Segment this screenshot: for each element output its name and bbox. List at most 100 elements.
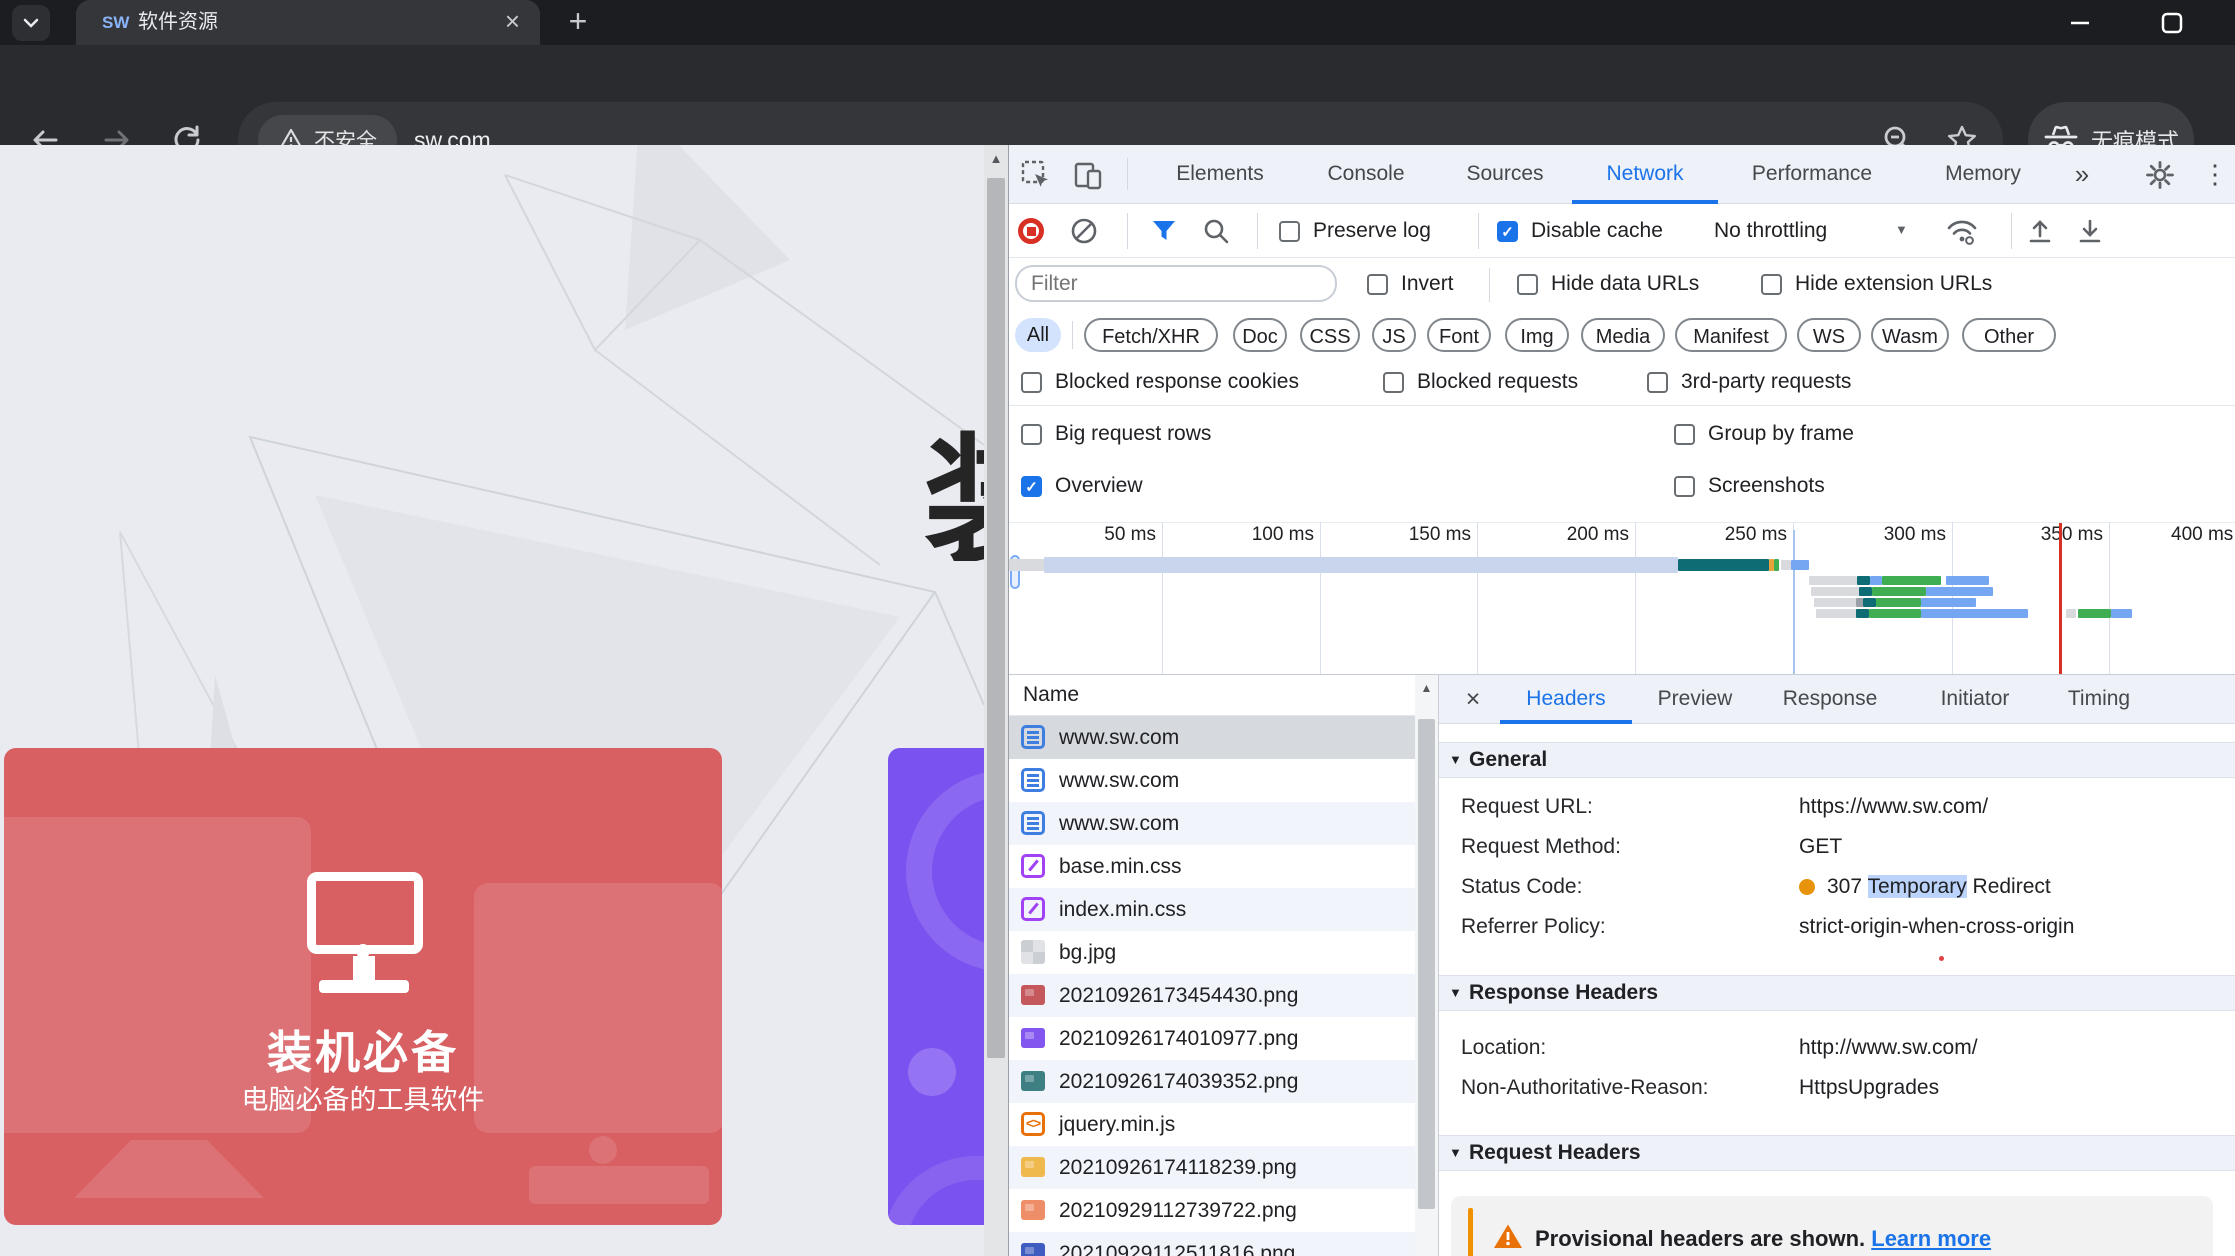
tab-performance[interactable]: Performance [1731, 145, 1893, 203]
browser-tab[interactable]: SW 软件资源 × [76, 0, 540, 45]
hide-data-urls-checkbox[interactable]: Hide data URLs [1517, 273, 1699, 295]
tab-initiator[interactable]: Initiator [1921, 675, 2029, 723]
table-row[interactable]: 20210926174039352.png [1009, 1060, 1438, 1103]
header-value: 307 Temporary Redirect [1827, 875, 2051, 898]
filter-chip-css[interactable]: CSS [1300, 318, 1360, 352]
table-row[interactable]: www.sw.com [1009, 716, 1438, 759]
scrollbar-thumb[interactable] [987, 178, 1005, 1058]
throttling-select[interactable]: No throttling [1714, 220, 1827, 242]
record-button[interactable] [1017, 217, 1045, 245]
tab-sources[interactable]: Sources [1452, 145, 1558, 203]
name-column-header[interactable]: Name [1009, 675, 1438, 716]
table-row[interactable]: index.min.css [1009, 888, 1438, 931]
invert-checkbox[interactable]: Invert [1367, 273, 1454, 295]
table-row[interactable]: 20210929112511816.png [1009, 1232, 1438, 1256]
big-request-rows-checkbox[interactable]: Big request rows [1021, 423, 1211, 445]
tab-headers[interactable]: Headers [1511, 675, 1621, 723]
import-har-icon[interactable] [2025, 216, 2055, 246]
response-headers-section-header[interactable]: ▼ Response Headers [1439, 975, 2235, 1011]
status-orange-dot-icon [1799, 879, 1815, 895]
tab-search-button[interactable] [12, 5, 50, 41]
hero-card-red[interactable]: 装机必备 电脑必备的工具软件 [4, 748, 722, 1225]
request-name: www.sw.com [1059, 812, 1180, 835]
spellcheck-dot [1939, 956, 1944, 961]
kebab-menu-icon[interactable]: ⋮ [2197, 145, 2233, 203]
request-name: 20210926174039352.png [1059, 1070, 1299, 1093]
more-tabs-button[interactable]: » [2057, 145, 2107, 203]
blocked-response-cookies-checkbox[interactable]: Blocked response cookies [1021, 371, 1299, 393]
tab-network[interactable]: Network [1589, 145, 1701, 203]
network-conditions-icon[interactable] [1945, 215, 1979, 247]
table-row[interactable]: 20210929112739722.png [1009, 1189, 1438, 1232]
scroll-up-icon[interactable]: ▲ [1415, 677, 1438, 699]
filter-chip-ws[interactable]: WS [1797, 318, 1861, 352]
table-row[interactable]: 20210926174118239.png [1009, 1146, 1438, 1189]
table-row[interactable]: www.sw.com [1009, 759, 1438, 802]
tab-close-button[interactable]: × [490, 0, 535, 45]
network-overview-timeline[interactable]: 50 ms 100 ms 150 ms 200 ms 250 ms 300 ms… [1009, 510, 2235, 675]
filter-chip-all[interactable]: All [1015, 318, 1061, 352]
dropdown-caret-icon[interactable]: ▼ [1895, 222, 1908, 237]
inspect-element-icon[interactable] [1019, 158, 1053, 192]
overview-checkbox[interactable]: ✓ Overview [1021, 475, 1143, 497]
table-row[interactable]: base.min.css [1009, 845, 1438, 888]
checkbox-checked: ✓ [1497, 220, 1518, 242]
screenshots-checkbox[interactable]: Screenshots [1674, 475, 1825, 497]
network-toolbar: Preserve log ✓ Disable cache No throttli… [1009, 204, 2235, 258]
filter-chip-img[interactable]: Img [1505, 318, 1569, 352]
checkbox [1761, 273, 1782, 295]
disable-cache-checkbox[interactable]: ✓ Disable cache [1497, 220, 1663, 242]
filter-chip-font[interactable]: Font [1427, 318, 1491, 352]
request-list-scrollbar[interactable]: ▲ [1415, 675, 1438, 1256]
tab-preview[interactable]: Preview [1645, 675, 1745, 723]
preserve-log-checkbox[interactable]: Preserve log [1279, 220, 1431, 242]
gear-icon[interactable] [2143, 158, 2177, 192]
gridline [1635, 522, 1636, 674]
new-tab-button[interactable]: + [556, 0, 600, 45]
hide-extension-urls-checkbox[interactable]: Hide extension URLs [1761, 273, 1992, 295]
table-row[interactable]: 20210926174010977.png [1009, 1017, 1438, 1060]
checkbox [1674, 423, 1695, 445]
tab-console[interactable]: Console [1312, 145, 1420, 203]
filter-chip-wasm[interactable]: Wasm [1871, 318, 1949, 352]
image-placeholder-icon [1021, 940, 1045, 964]
filter-funnel-icon[interactable] [1149, 216, 1179, 246]
request-headers-section-header[interactable]: ▼ Request Headers [1439, 1135, 2235, 1171]
filter-chip-other[interactable]: Other [1962, 318, 2056, 352]
export-har-icon[interactable] [2075, 216, 2105, 246]
filter-chip-doc[interactable]: Doc [1233, 318, 1287, 352]
scroll-up-icon[interactable]: ▲ [984, 147, 1008, 171]
tab-timing[interactable]: Timing [2051, 675, 2147, 723]
search-icon[interactable] [1201, 216, 1231, 246]
maximize-button[interactable] [2149, 0, 2195, 45]
filter-input[interactable] [1015, 265, 1337, 302]
close-icon[interactable]: × [1453, 675, 1493, 723]
group-by-frame-checkbox[interactable]: Group by frame [1674, 423, 1854, 445]
general-section-header[interactable]: ▼ General [1439, 742, 2235, 778]
waterfall-bar [1856, 609, 1869, 618]
filter-chip-manifest[interactable]: Manifest [1675, 318, 1787, 352]
checkbox [1674, 475, 1695, 497]
table-row[interactable]: 20210926173454430.png [1009, 974, 1438, 1017]
page-scrollbar[interactable]: ▲ [984, 145, 1008, 1256]
table-row[interactable]: bg.jpg [1009, 931, 1438, 974]
learn-more-link[interactable]: Learn more [1871, 1226, 1991, 1251]
table-row[interactable]: <> jquery.min.js [1009, 1103, 1438, 1146]
hero-card-purple[interactable] [888, 748, 984, 1225]
third-party-requests-checkbox[interactable]: 3rd-party requests [1647, 371, 1851, 393]
clear-icon[interactable] [1069, 216, 1099, 246]
header-key: Non-Authoritative-Reason: [1461, 1076, 1709, 1099]
scrollbar-thumb[interactable] [1418, 719, 1435, 1209]
blocked-requests-checkbox[interactable]: Blocked requests [1383, 371, 1578, 393]
table-row[interactable]: www.sw.com [1009, 802, 1438, 845]
waterfall-bar [2111, 609, 2132, 618]
device-toolbar-icon[interactable] [1071, 158, 1105, 192]
filter-chip-media[interactable]: Media [1581, 318, 1665, 352]
tab-memory[interactable]: Memory [1927, 145, 2039, 203]
filter-chip-fetch-xhr[interactable]: Fetch/XHR [1084, 318, 1218, 352]
filter-chip-js[interactable]: JS [1372, 318, 1416, 352]
minimize-button[interactable] [2057, 0, 2103, 45]
tab-response[interactable]: Response [1771, 675, 1889, 723]
tab-elements[interactable]: Elements [1161, 145, 1279, 203]
divider [2011, 213, 2012, 249]
